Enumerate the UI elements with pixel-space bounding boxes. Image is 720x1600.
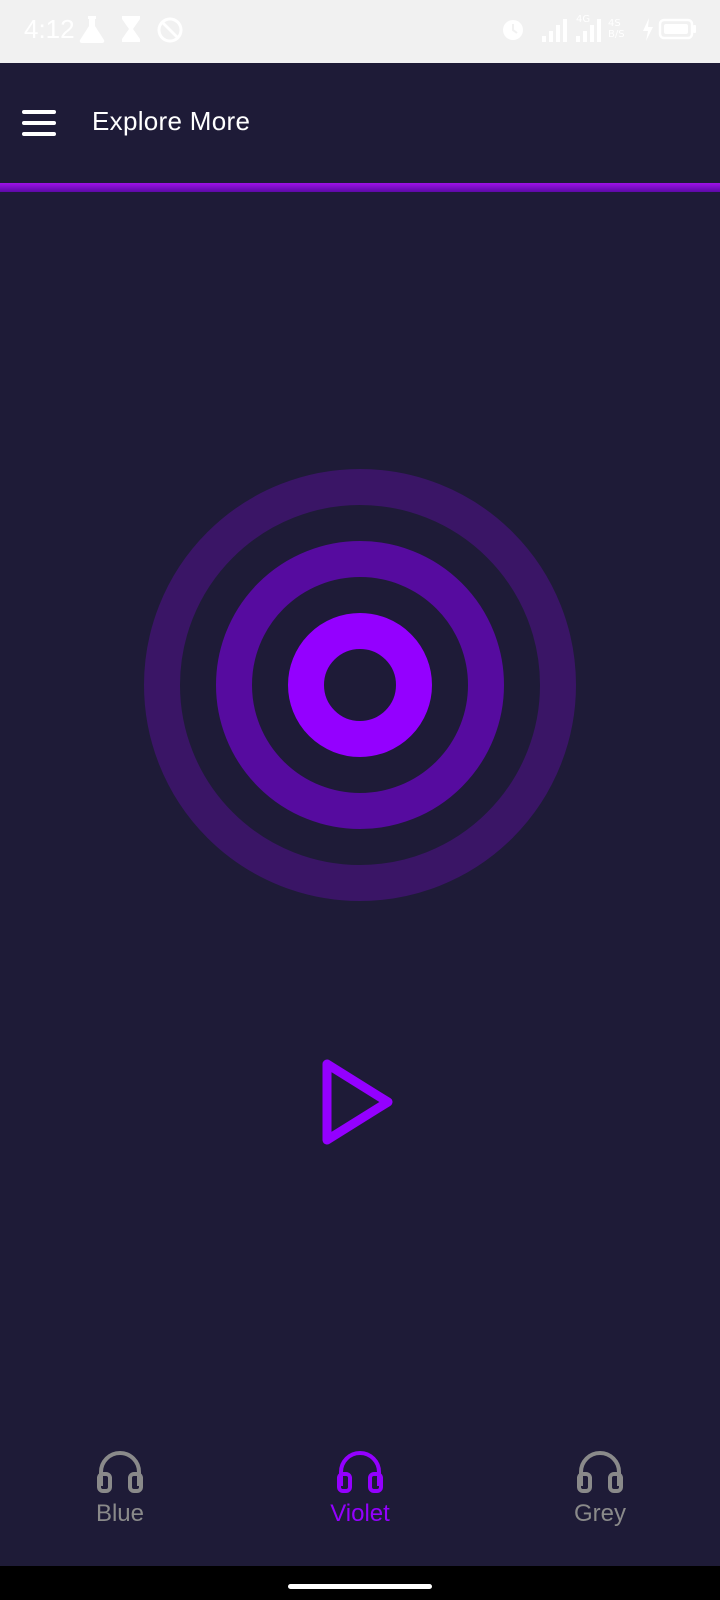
system-nav-bar [0,1566,720,1600]
nav-item-violet[interactable]: Violet [260,1430,460,1550]
headphones-icon [577,1451,623,1493]
nav-label-blue: Blue [95,1500,145,1527]
inner-ring [288,613,432,757]
nav-item-grey[interactable]: Grey [500,1430,700,1550]
nav-item-blue[interactable]: Blue [20,1430,220,1550]
sound-visualizer [144,469,576,901]
headphones-icon [337,1451,383,1493]
bottom-navigation: Blue Violet Grey [0,1430,720,1566]
nav-label-grey: Grey [573,1500,626,1527]
nav-label-violet: Violet [330,1500,390,1527]
home-indicator[interactable] [288,1584,432,1589]
headphones-icon [97,1451,143,1493]
play-icon[interactable] [318,1055,396,1147]
middle-ring [216,541,504,829]
